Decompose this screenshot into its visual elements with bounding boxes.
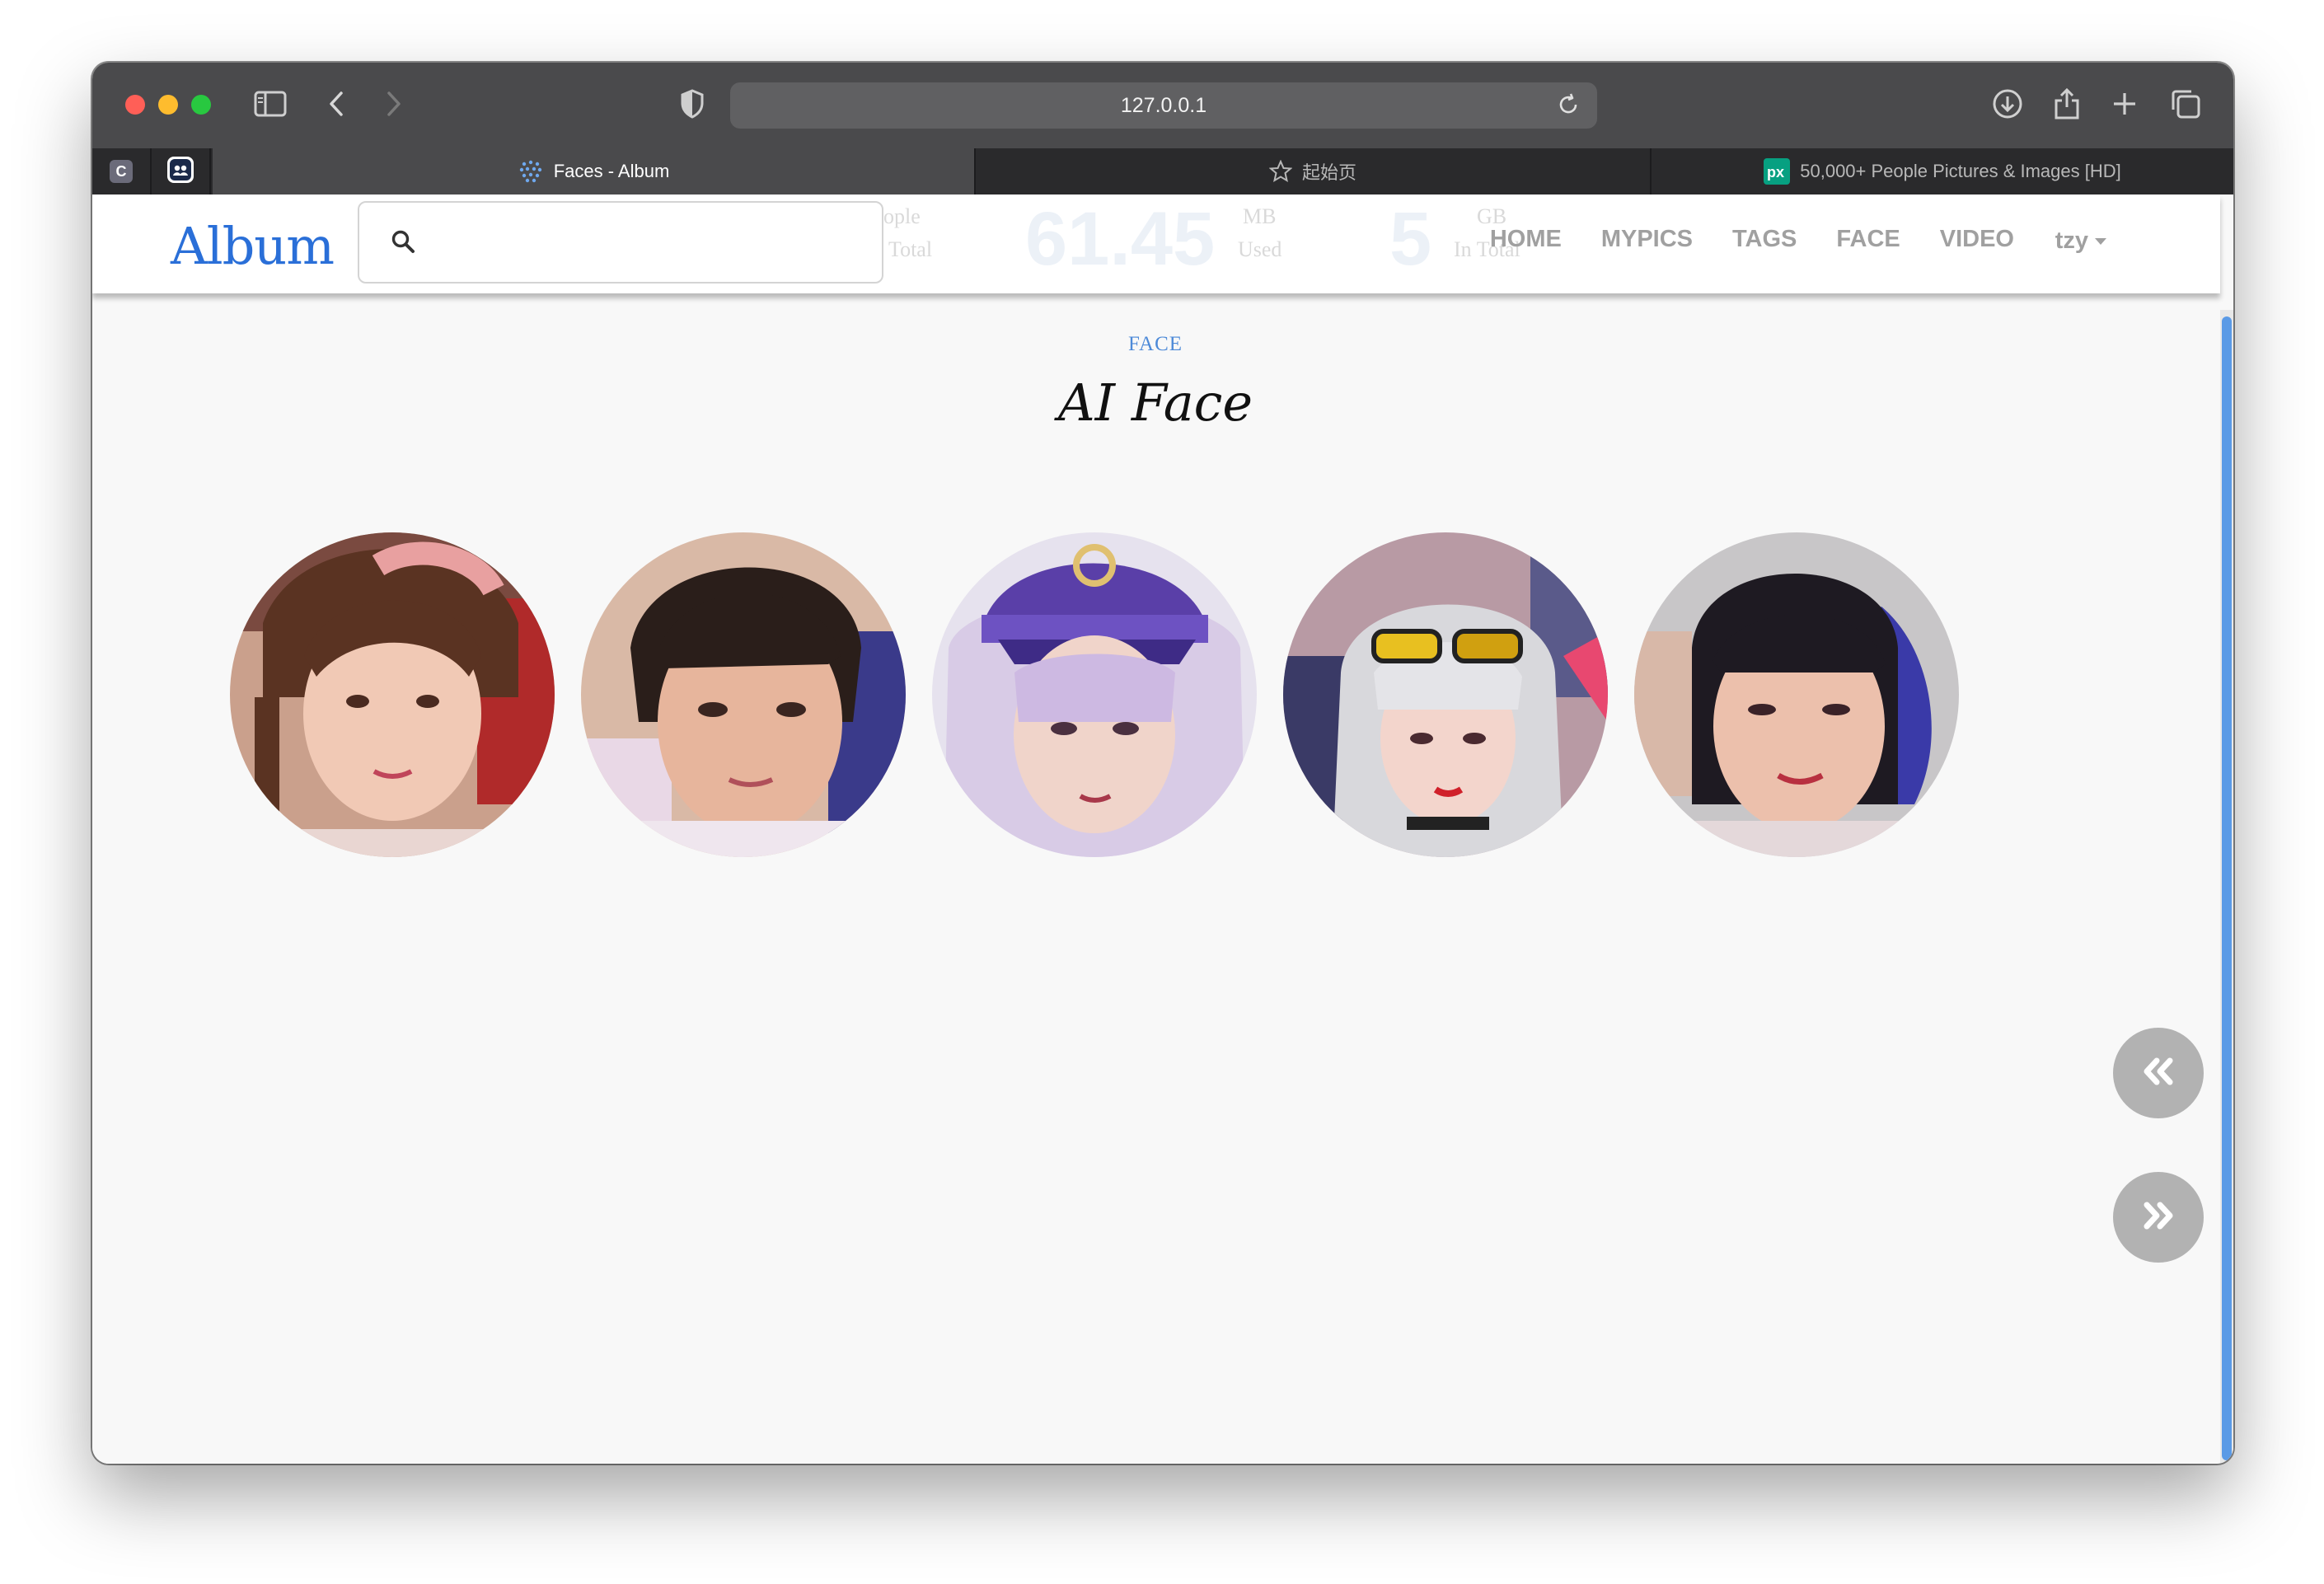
face-thumbnail[interactable] bbox=[932, 532, 1257, 857]
shield-icon[interactable] bbox=[674, 86, 710, 122]
scrollbar-thumb[interactable] bbox=[2222, 316, 2232, 1460]
album-favicon-icon bbox=[518, 158, 544, 185]
tab-title: 50,000+ People Pictures & Images [HD] bbox=[1800, 161, 2121, 181]
next-page-button[interactable] bbox=[2113, 1172, 2204, 1263]
back-arrow-icon[interactable] bbox=[318, 86, 354, 122]
reload-icon[interactable] bbox=[1556, 92, 1581, 121]
sidebar-toggle-icon[interactable] bbox=[252, 86, 288, 122]
browser-toolbar: 127.0.0.1 bbox=[92, 63, 2233, 150]
stat-mb-label: MB bbox=[1243, 204, 1277, 228]
forward-arrow-icon[interactable] bbox=[376, 86, 412, 122]
prev-page-button[interactable] bbox=[2113, 1028, 2204, 1118]
tab-start-page[interactable]: 起始页 bbox=[976, 148, 1652, 194]
face-thumbnail[interactable] bbox=[1283, 532, 1608, 857]
nav-tags[interactable]: TAGS bbox=[1732, 226, 1797, 253]
stat-gb-value: 5 bbox=[1389, 197, 1432, 281]
face-portrait-2 bbox=[581, 532, 906, 857]
star-icon bbox=[1268, 160, 1292, 183]
user-menu[interactable]: tzy bbox=[2055, 227, 2106, 255]
url-text: 127.0.0.1 bbox=[1120, 93, 1207, 117]
face-thumbnail[interactable] bbox=[1634, 532, 1959, 857]
zoom-window-button[interactable] bbox=[191, 95, 211, 115]
stat-mb-value: 61.45 bbox=[1025, 197, 1216, 281]
section-label: FACE bbox=[1127, 333, 1183, 355]
new-tab-plus-icon[interactable] bbox=[2106, 86, 2143, 122]
svg-text:px: px bbox=[1767, 164, 1784, 180]
tab-pexels-people[interactable]: px 50,000+ People Pictures & Images [HD] bbox=[1652, 148, 2233, 194]
nav-video[interactable]: VIDEO bbox=[1940, 226, 2014, 253]
pexels-favicon-icon: px bbox=[1764, 158, 1791, 185]
double-chevron-left-icon bbox=[2140, 1057, 2176, 1090]
tab-overview-icon[interactable] bbox=[2167, 86, 2204, 122]
page-content: Album ople Total 61.45 MB Used 5 GB In T… bbox=[92, 194, 2233, 1464]
address-bar[interactable]: 127.0.0.1 bbox=[730, 82, 1597, 129]
search-icon bbox=[391, 229, 415, 258]
c-app-icon: C bbox=[110, 160, 133, 183]
brand-logo[interactable]: Album bbox=[171, 216, 335, 276]
search-input[interactable] bbox=[425, 224, 857, 262]
nav-mypics[interactable]: MYPICS bbox=[1601, 226, 1693, 253]
tab-title: 起始页 bbox=[1301, 162, 1356, 183]
double-chevron-right-icon bbox=[2140, 1201, 2176, 1235]
browser-window: 127.0.0.1 C Faces - Album 起始页 px 50,000+… bbox=[92, 63, 2233, 1464]
downloads-icon[interactable] bbox=[1989, 86, 2026, 122]
nav-home[interactable]: HOME bbox=[1490, 226, 1562, 253]
page-title: AI Face bbox=[1057, 373, 1253, 433]
tab-title: Faces - Album bbox=[553, 161, 670, 181]
minimize-window-button[interactable] bbox=[158, 95, 178, 115]
pinned-tab-c[interactable]: C bbox=[92, 148, 152, 194]
tab-faces-album[interactable]: Faces - Album bbox=[213, 148, 976, 194]
dropdown-caret-icon bbox=[2095, 238, 2106, 246]
stat-mb-sublabel: Used bbox=[1238, 237, 1282, 261]
main-menu: HOME MYPICS TAGS FACE VIDEO bbox=[1450, 226, 2014, 253]
search-box[interactable] bbox=[358, 201, 883, 284]
face-thumbnail[interactable] bbox=[230, 532, 555, 857]
face-portrait-3 bbox=[932, 532, 1257, 857]
nav-face[interactable]: FACE bbox=[1836, 226, 1900, 253]
stat-people-label: ople bbox=[883, 204, 921, 228]
face-grid bbox=[230, 532, 1959, 857]
share-icon[interactable] bbox=[2049, 86, 2085, 122]
close-window-button[interactable] bbox=[125, 95, 145, 115]
site-navbar: Album ople Total 61.45 MB Used 5 GB In T… bbox=[92, 194, 2220, 293]
face-thumbnail[interactable] bbox=[581, 532, 906, 857]
people-app-icon bbox=[166, 156, 194, 188]
user-name: tzy bbox=[2055, 227, 2088, 254]
face-portrait-1 bbox=[230, 532, 555, 857]
pinned-tab-people[interactable] bbox=[152, 148, 211, 194]
face-portrait-4 bbox=[1283, 532, 1608, 857]
face-portrait-5 bbox=[1634, 532, 1959, 857]
stat-people-sublabel: Total bbox=[888, 237, 933, 261]
tab-bar: C Faces - Album 起始页 px 50,000+ People Pi… bbox=[92, 148, 2233, 194]
